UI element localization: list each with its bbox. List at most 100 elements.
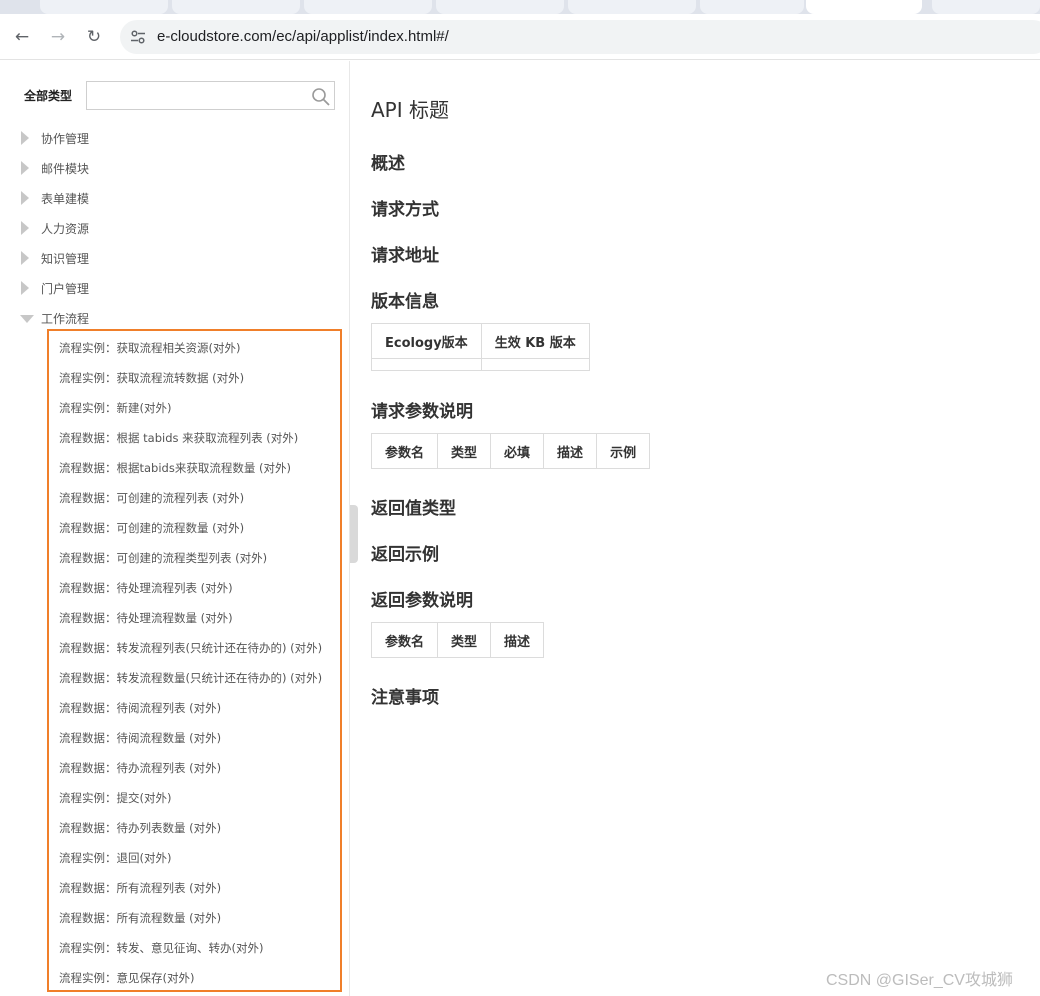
api-list-item-label[interactable]: 流程数据：转发流程数量(只统计还在待办的) (对外) — [59, 670, 322, 686]
api-list-item-label[interactable]: 流程实例：获取流程相关资源(对外) — [59, 340, 240, 356]
tree-node-label[interactable]: 门户管理 — [41, 280, 89, 297]
request-params-table: 参数名 类型 必填 描述 示例 — [370, 433, 651, 469]
tree-node-portal[interactable]: 门户管理 — [0, 273, 350, 303]
browser-tab[interactable] — [436, 0, 564, 14]
api-list-item-label[interactable]: 流程数据：待办流程列表 (对外) — [59, 760, 221, 776]
table-header: 必填 — [490, 433, 545, 469]
api-list-item[interactable]: 流程数据：转发流程数量(只统计还在待办的) (对外) — [0, 662, 350, 692]
tree-node-hr[interactable]: 人力资源 — [0, 213, 350, 243]
api-list-item-label[interactable]: 流程数据：待处理流程列表 (对外) — [59, 580, 233, 596]
api-list-item[interactable]: 流程数据：可创建的流程数量 (对外) — [0, 512, 350, 542]
api-list-item[interactable]: 流程数据：待办列表数量 (对外) — [0, 812, 350, 842]
api-list-item-label[interactable]: 流程实例：提交(对外) — [59, 790, 171, 806]
address-bar[interactable]: e-cloudstore.com/ec/api/applist/index.ht… — [120, 20, 1040, 54]
section-request-method: 请求方式 — [371, 200, 439, 220]
tree-node-knowledge[interactable]: 知识管理 — [0, 243, 350, 273]
url-text[interactable]: e-cloudstore.com/ec/api/applist/index.ht… — [157, 28, 449, 45]
browser-tab[interactable] — [700, 0, 804, 14]
api-list-item[interactable]: 流程数据：所有流程列表 (对外) — [0, 872, 350, 902]
section-return-example: 返回示例 — [371, 545, 439, 565]
api-list-item-label[interactable]: 流程实例：退回(对外) — [59, 850, 171, 866]
api-list-item-label[interactable]: 流程实例：新建(对外) — [59, 400, 171, 416]
api-list-item[interactable]: 流程数据：可创建的流程类型列表 (对外) — [0, 542, 350, 572]
table-header: 参数名 — [370, 622, 439, 658]
caret-right-icon[interactable] — [21, 251, 29, 265]
api-list-item[interactable]: 流程数据：待处理流程数量 (对外) — [0, 602, 350, 632]
api-list-item[interactable]: 流程实例：获取流程流转数据 (对外) — [0, 362, 350, 392]
table-header: 参数名 — [370, 433, 439, 469]
site-info-icon[interactable] — [130, 29, 146, 45]
api-list-item-label[interactable]: 流程数据：待阅流程数量 (对外) — [59, 730, 221, 746]
api-list-item[interactable]: 流程数据：转发流程列表(只统计还在待办的) (对外) — [0, 632, 350, 662]
caret-right-icon[interactable] — [21, 221, 29, 235]
tree-node-label[interactable]: 表单建模 — [41, 190, 89, 207]
reload-icon[interactable]: ↻ — [83, 26, 105, 48]
tab-strip — [0, 0, 1040, 14]
tree-node-mail[interactable]: 邮件模块 — [0, 153, 350, 183]
section-request-params: 请求参数说明 — [371, 402, 473, 422]
table-row — [371, 358, 590, 371]
search-input[interactable] — [86, 81, 335, 110]
caret-right-icon[interactable] — [21, 131, 29, 145]
browser-tab[interactable] — [568, 0, 696, 14]
section-version-info: 版本信息 — [371, 292, 439, 312]
browser-tab-active[interactable] — [806, 0, 922, 14]
api-list-item[interactable]: 流程实例：退回(对外) — [0, 842, 350, 872]
api-list-item-label[interactable]: 流程数据：待处理流程数量 (对外) — [59, 610, 233, 626]
api-list-item[interactable]: 流程实例：提交(对外) — [0, 782, 350, 812]
search-icon[interactable] — [311, 87, 331, 107]
caret-right-icon[interactable] — [21, 281, 29, 295]
api-list-item[interactable]: 流程实例：获取流程相关资源(对外) — [0, 332, 350, 362]
api-list-item[interactable]: 流程数据：所有流程数量 (对外) — [0, 902, 350, 932]
tree-node-form-modeling[interactable]: 表单建模 — [0, 183, 350, 213]
tree-node-label[interactable]: 工作流程 — [41, 310, 89, 327]
api-list-item-label[interactable]: 流程数据：所有流程数量 (对外) — [59, 910, 221, 926]
api-list-item-label[interactable]: 流程实例：意见保存(对外) — [59, 970, 194, 986]
panel-splitter-handle[interactable] — [350, 505, 358, 563]
api-list-item[interactable]: 流程数据：待办流程列表 (对外) — [0, 752, 350, 782]
api-sidebar: 全部类型 协作管理 邮件模块 表单建模 人力资源 知识管理 门户管理 工作流程 … — [0, 61, 350, 996]
tree-node-label[interactable]: 人力资源 — [41, 220, 89, 237]
tree-node-collaboration[interactable]: 协作管理 — [0, 123, 350, 153]
table-cell — [371, 358, 482, 371]
api-list-item-label[interactable]: 流程数据：所有流程列表 (对外) — [59, 880, 221, 896]
api-list-item-label[interactable]: 流程实例：获取流程流转数据 (对外) — [59, 370, 244, 386]
api-list-item-label[interactable]: 流程实例：转发、意见征询、转办(对外) — [59, 940, 263, 956]
caret-right-icon[interactable] — [21, 191, 29, 205]
browser-tab[interactable] — [40, 0, 168, 14]
api-list-item[interactable]: 流程实例：新建(对外) — [0, 392, 350, 422]
table-header: 类型 — [437, 622, 492, 658]
api-list-item-label[interactable]: 流程数据：待办列表数量 (对外) — [59, 820, 221, 836]
browser-tab[interactable] — [172, 0, 300, 14]
tree-node-label[interactable]: 协作管理 — [41, 130, 89, 147]
section-overview: 概述 — [371, 154, 405, 174]
tree-node-label[interactable]: 邮件模块 — [41, 160, 89, 177]
api-list-item[interactable]: 流程实例：转发、意见征询、转办(对外) — [0, 932, 350, 962]
back-arrow-icon[interactable]: ← — [11, 26, 33, 48]
forward-arrow-icon[interactable]: → — [47, 26, 69, 48]
table-header: 生效 KB 版本 — [480, 323, 590, 359]
api-list-item-label[interactable]: 流程数据：根据 tabids 来获取流程列表 (对外) — [59, 430, 298, 446]
api-list-item-label[interactable]: 流程数据：转发流程列表(只统计还在待办的) (对外) — [59, 640, 322, 656]
api-list-item[interactable]: 流程实例：意见保存(对外) — [0, 962, 350, 992]
api-list-item[interactable]: 流程数据：待处理流程列表 (对外) — [0, 572, 350, 602]
api-list-item-label[interactable]: 流程数据：根据tabids来获取流程数量 (对外) — [59, 460, 291, 476]
tree-node-label[interactable]: 知识管理 — [41, 250, 89, 267]
api-list-item[interactable]: 流程数据：根据 tabids 来获取流程列表 (对外) — [0, 422, 350, 452]
api-list-item-label[interactable]: 流程数据：待阅流程列表 (对外) — [59, 700, 221, 716]
return-params-table: 参数名 类型 描述 — [370, 622, 545, 658]
api-list-item[interactable]: 流程数据：待阅流程列表 (对外) — [0, 692, 350, 722]
api-list-item[interactable]: 流程数据：待阅流程数量 (对外) — [0, 722, 350, 752]
caret-right-icon[interactable] — [21, 161, 29, 175]
api-list-item-label[interactable]: 流程数据：可创建的流程数量 (对外) — [59, 520, 244, 536]
browser-tab[interactable] — [304, 0, 432, 14]
api-list-item[interactable]: 流程数据：可创建的流程列表 (对外) — [0, 482, 350, 512]
table-header: 示例 — [596, 433, 651, 469]
browser-toolbar: ← → ↻ e-cloudstore.com/ec/api/applist/in… — [0, 14, 1040, 60]
api-list-item-label[interactable]: 流程数据：可创建的流程列表 (对外) — [59, 490, 244, 506]
browser-tab[interactable] — [932, 0, 1040, 14]
api-list-item[interactable]: 流程数据：根据tabids来获取流程数量 (对外) — [0, 452, 350, 482]
api-list-item-label[interactable]: 流程数据：可创建的流程类型列表 (对外) — [59, 550, 267, 566]
caret-down-icon[interactable] — [20, 315, 34, 323]
section-return-type: 返回值类型 — [371, 499, 456, 519]
